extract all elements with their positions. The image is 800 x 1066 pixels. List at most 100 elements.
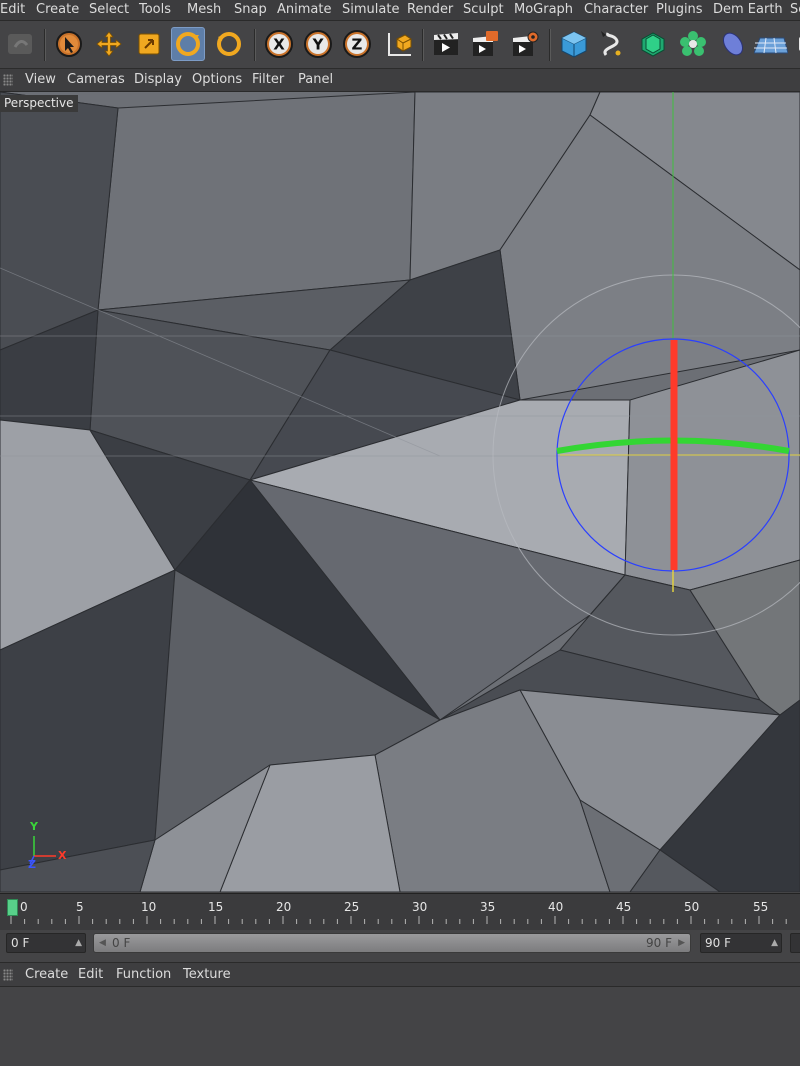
- undo-icon: [8, 34, 32, 54]
- tick-label: 5: [76, 900, 84, 914]
- panel-grip-handle[interactable]: [3, 969, 13, 981]
- render-picture-viewer-button[interactable]: [468, 27, 502, 61]
- menu-snap[interactable]: Snap: [234, 0, 267, 20]
- cube-button[interactable]: [557, 27, 591, 61]
- svg-text:Z: Z: [352, 36, 363, 54]
- viewport-menu-options[interactable]: Options: [192, 69, 242, 91]
- viewport-menu-panel[interactable]: Panel: [298, 69, 333, 91]
- range-overflow-field[interactable]: [790, 933, 800, 953]
- slider-left-arrow-icon[interactable]: ◀: [99, 934, 106, 952]
- cube-icon: [561, 31, 587, 58]
- menu-animate[interactable]: Animate: [277, 0, 331, 20]
- end-frame-field[interactable]: 90 F ▲: [700, 933, 782, 953]
- slider-right-arrow-icon[interactable]: ▶: [678, 934, 685, 952]
- tick-label: 45: [616, 900, 632, 914]
- rotate-recent-icon: [217, 32, 241, 56]
- frame-range-slider[interactable]: ◀ 0 F 90 F ▶: [93, 933, 691, 953]
- tick-label: 15: [208, 900, 224, 914]
- svg-text:X: X: [273, 36, 285, 54]
- material-menu-create[interactable]: Create: [25, 963, 68, 986]
- viewport-menu-cameras[interactable]: Cameras: [67, 69, 125, 91]
- menu-mograph[interactable]: MoGraph: [514, 0, 573, 20]
- deformer-icon: [722, 32, 744, 56]
- main-menu-bar: Edit Create Select Tools Mesh Snap Anima…: [0, 0, 800, 21]
- z-axis-lock-icon: Z: [343, 30, 371, 58]
- deformer-button[interactable]: [716, 27, 750, 61]
- cloner-icon: [680, 31, 706, 56]
- live-selection-button[interactable]: [52, 27, 86, 61]
- menu-simulate[interactable]: Simulate: [342, 0, 399, 20]
- menu-overflow[interactable]: Sc: [790, 0, 800, 20]
- render-settings-button[interactable]: [508, 27, 542, 61]
- floor-button[interactable]: [754, 27, 788, 61]
- frame-range-bar: 0 F ▲︎ ◀ 0 F 90 F ▶ 90 F ▲: [0, 930, 800, 956]
- subdivision-icon: [641, 32, 665, 57]
- render-view-icon: [434, 33, 458, 55]
- start-frame-field[interactable]: 0 F ▲︎: [6, 933, 86, 953]
- end-frame-stepper-icon[interactable]: ▲: [771, 934, 778, 952]
- z-axis-lock-button[interactable]: Z: [340, 27, 374, 61]
- viewport-menu-display[interactable]: Display: [134, 69, 182, 91]
- end-frame-value: 90 F: [705, 936, 731, 950]
- move-button[interactable]: [92, 27, 126, 61]
- slider-start-label: 0 F: [112, 936, 131, 950]
- timeline-playhead[interactable]: [7, 899, 18, 916]
- subdivision-button[interactable]: [636, 27, 670, 61]
- tick-label: 50: [684, 900, 700, 914]
- render-picture-viewer-icon: [473, 31, 498, 56]
- timeline-tick-marks: [10, 916, 787, 924]
- panel-grip-handle[interactable]: [3, 74, 13, 86]
- start-frame-stepper-icon[interactable]: ▲︎: [75, 934, 82, 952]
- scene-button[interactable]: [790, 27, 800, 61]
- material-menu-edit[interactable]: Edit: [78, 963, 103, 986]
- x-axis-lock-button[interactable]: X: [262, 27, 296, 61]
- material-menu-function[interactable]: Function: [116, 963, 171, 986]
- material-manager-menu: Create Edit Function Texture: [0, 962, 800, 987]
- y-axis-lock-button[interactable]: Y: [301, 27, 335, 61]
- menu-dem-earth[interactable]: Dem Earth: [713, 0, 783, 20]
- viewport-menu-view[interactable]: View: [25, 69, 56, 91]
- spline-pen-icon: [601, 31, 621, 56]
- tick-label: 40: [548, 900, 564, 914]
- menu-create[interactable]: Create: [36, 0, 79, 20]
- menu-sculpt[interactable]: Sculpt: [463, 0, 504, 20]
- slider-end-label: 90 F: [646, 936, 672, 950]
- spline-pen-button[interactable]: [596, 27, 630, 61]
- cloner-button[interactable]: [676, 27, 710, 61]
- menu-character[interactable]: Character: [584, 0, 648, 20]
- viewport-menu-filter[interactable]: Filter: [252, 69, 284, 91]
- axis-label-x: X: [58, 849, 67, 862]
- coordinate-system-icon: [388, 33, 412, 56]
- timeline-ruler[interactable]: 0 5 10 15 20 25 30 35 40 45 50 55: [0, 893, 800, 930]
- undo-button[interactable]: [3, 27, 37, 61]
- menu-render[interactable]: Render: [407, 0, 453, 20]
- material-manager-area[interactable]: [0, 987, 800, 1066]
- menu-edit[interactable]: Edit: [0, 0, 25, 20]
- x-axis-lock-icon: X: [265, 30, 293, 58]
- rotate-recent-button[interactable]: [212, 27, 246, 61]
- menu-mesh[interactable]: Mesh: [187, 0, 221, 20]
- start-frame-value: 0 F: [11, 936, 30, 950]
- tick-label: 0: [20, 900, 28, 914]
- menu-plugins[interactable]: Plugins: [656, 0, 703, 20]
- render-view-button[interactable]: [429, 27, 463, 61]
- tick-label: 25: [344, 900, 360, 914]
- axis-label-y: Y: [30, 820, 38, 833]
- menu-select[interactable]: Select: [89, 0, 129, 20]
- tick-label: 10: [141, 900, 157, 914]
- rotate-button[interactable]: [171, 27, 205, 61]
- material-menu-texture[interactable]: Texture: [183, 963, 231, 986]
- tick-label: 30: [412, 900, 428, 914]
- menu-tools[interactable]: Tools: [139, 0, 171, 20]
- tick-label: 20: [276, 900, 292, 914]
- move-icon: [96, 31, 122, 57]
- floor-icon: [754, 37, 788, 54]
- perspective-viewport[interactable]: Perspective Y X Z: [0, 92, 800, 892]
- live-selection-icon: [56, 31, 82, 57]
- tick-label: 35: [480, 900, 496, 914]
- render-settings-icon: [513, 31, 539, 56]
- coordinate-system-button[interactable]: [381, 27, 415, 61]
- viewport-menu-bar: View Cameras Display Options Filter Pane…: [0, 69, 800, 92]
- axis-label-z: Z: [28, 858, 36, 871]
- scale-button[interactable]: [132, 27, 166, 61]
